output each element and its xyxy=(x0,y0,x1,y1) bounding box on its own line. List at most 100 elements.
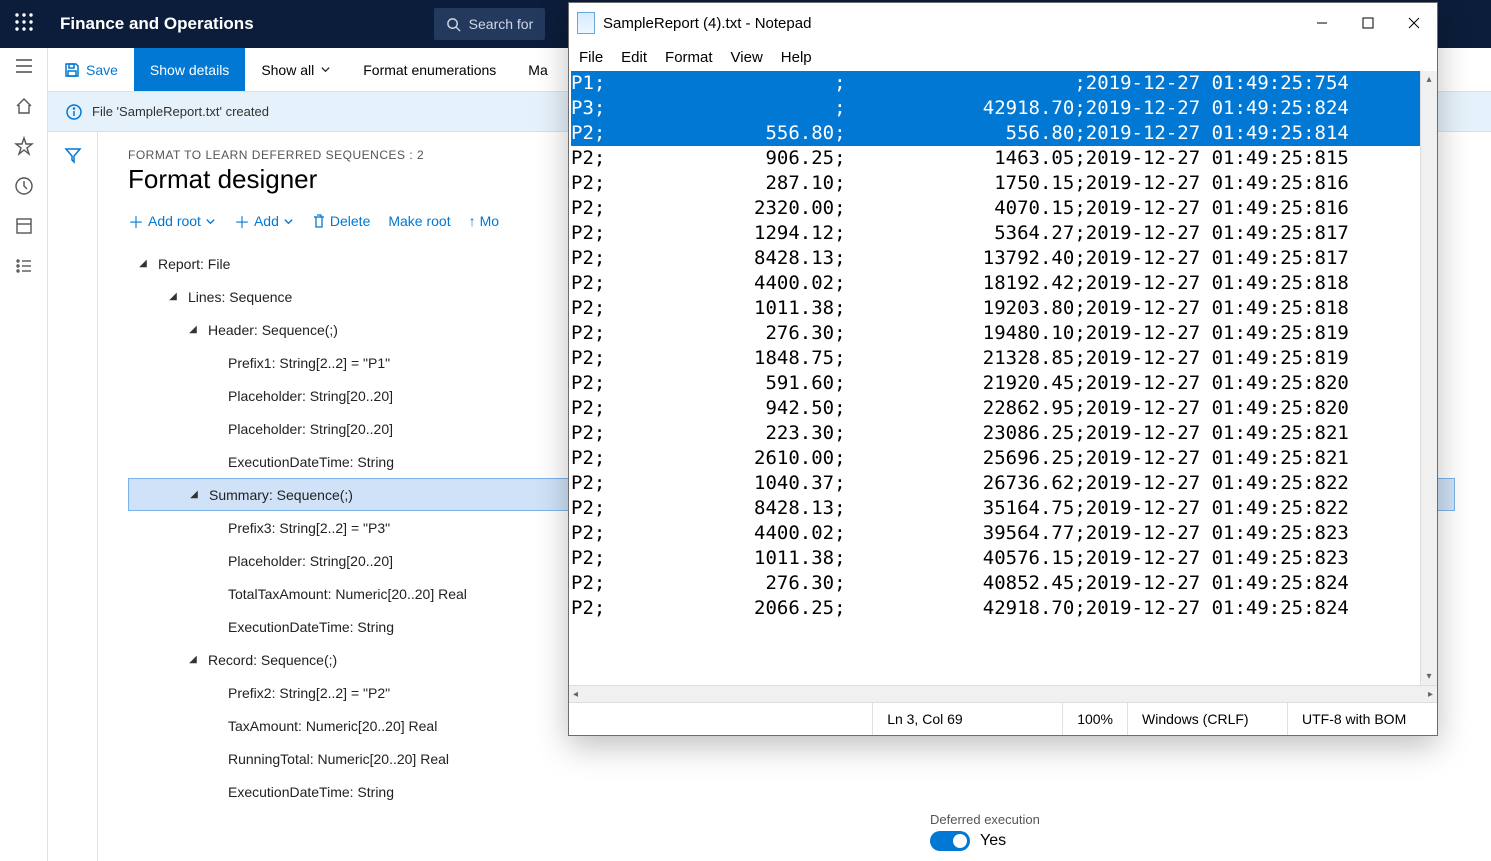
save-button[interactable]: Save xyxy=(48,48,134,91)
menu-help[interactable]: Help xyxy=(781,49,812,66)
text-line[interactable]: P2; 8428.13; 13792.40;2019-12-27 01:49:2… xyxy=(571,246,1437,271)
tree-label: Lines: Sequence xyxy=(180,289,292,305)
text-line[interactable]: P2; 2320.00; 4070.15;2019-12-27 01:49:25… xyxy=(571,196,1437,221)
scroll-up-icon[interactable]: ▴ xyxy=(1421,71,1437,88)
text-line[interactable]: P2; 1848.75; 21328.85;2019-12-27 01:49:2… xyxy=(571,346,1437,371)
tree-label: Placeholder: String[20..20] xyxy=(220,388,393,404)
add-button[interactable]: ＋Add xyxy=(234,209,294,233)
menu-file[interactable]: File xyxy=(579,49,603,66)
status-eol: Windows (CRLF) xyxy=(1127,703,1287,735)
text-line[interactable]: P2; 1011.38; 19203.80;2019-12-27 01:49:2… xyxy=(571,296,1437,321)
text-line[interactable]: P2; 8428.13; 35164.75;2019-12-27 01:49:2… xyxy=(571,496,1437,521)
tree-label: Report: File xyxy=(150,256,230,272)
move-button[interactable]: ↑Mo xyxy=(469,213,499,229)
save-icon xyxy=(64,62,80,78)
home-icon[interactable] xyxy=(14,96,34,116)
app-title: Finance and Operations xyxy=(48,14,254,34)
notepad-title: SampleReport (4).txt - Notepad xyxy=(603,15,811,32)
caret-down-icon[interactable]: ◢ xyxy=(136,258,150,269)
tree-label: Prefix3: String[2..2] = "P3" xyxy=(220,520,390,536)
status-zoom: 100% xyxy=(1062,703,1127,735)
trash-icon xyxy=(312,214,326,228)
deferred-toggle[interactable]: Yes xyxy=(930,831,1040,851)
notepad-titlebar[interactable]: SampleReport (4).txt - Notepad xyxy=(569,3,1437,43)
text-line[interactable]: P2; 591.60; 21920.45;2019-12-27 01:49:25… xyxy=(571,371,1437,396)
filter-icon[interactable] xyxy=(64,146,82,164)
maximize-button[interactable] xyxy=(1345,3,1391,43)
module-icon[interactable] xyxy=(14,216,34,236)
chevron-down-icon xyxy=(205,216,216,227)
text-line[interactable]: P2; 276.30; 19480.10;2019-12-27 01:49:25… xyxy=(571,321,1437,346)
text-line[interactable]: P2; 223.30; 23086.25;2019-12-27 01:49:25… xyxy=(571,421,1437,446)
format-enum-button[interactable]: Format enumerations xyxy=(347,48,512,91)
search-icon xyxy=(446,17,461,32)
text-line[interactable]: P2; 1011.38; 40576.15;2019-12-27 01:49:2… xyxy=(571,546,1437,571)
deferred-label: Deferred execution xyxy=(930,812,1040,827)
scroll-left-icon[interactable]: ◂ xyxy=(573,689,578,700)
text-line[interactable]: P2; 2610.00; 25696.25;2019-12-27 01:49:2… xyxy=(571,446,1437,471)
menu-edit[interactable]: Edit xyxy=(621,49,647,66)
status-enc: UTF-8 with BOM xyxy=(1287,703,1437,735)
scroll-down-icon[interactable]: ▾ xyxy=(1421,668,1437,685)
text-line[interactable]: P2; 2066.25; 42918.70;2019-12-27 01:49:2… xyxy=(571,596,1437,621)
tree-label: Header: Sequence(;) xyxy=(200,322,338,338)
search-placeholder: Search for xyxy=(469,16,534,32)
scroll-right-icon[interactable]: ▸ xyxy=(1428,689,1433,700)
ma-button[interactable]: Ma xyxy=(512,48,563,91)
text-line[interactable]: P1; ; ;2019-12-27 01:49:25:754 xyxy=(571,71,1437,96)
text-line[interactable]: P2; 1040.37; 26736.62;2019-12-27 01:49:2… xyxy=(571,471,1437,496)
tree-row[interactable]: ExecutionDateTime: String xyxy=(128,775,1461,808)
notepad-window[interactable]: SampleReport (4).txt - Notepad File Edit F… xyxy=(568,2,1438,736)
tree-label: Prefix2: String[2..2] = "P2" xyxy=(220,685,390,701)
caret-down-icon[interactable]: ◢ xyxy=(186,654,200,665)
waffle-icon[interactable] xyxy=(0,13,48,36)
text-line[interactable]: P2; 4400.02; 39564.77;2019-12-27 01:49:2… xyxy=(571,521,1437,546)
tree-label: Prefix1: String[2..2] = "P1" xyxy=(220,355,390,371)
caret-down-icon[interactable]: ◢ xyxy=(166,291,180,302)
close-button[interactable] xyxy=(1391,3,1437,43)
text-line[interactable]: P3; ; 42918.70;2019-12-27 01:49:25:824 xyxy=(571,96,1437,121)
chevron-down-icon xyxy=(283,216,294,227)
delete-button[interactable]: Delete xyxy=(312,213,370,229)
tree-row[interactable]: RunningTotal: Numeric[20..20] Real xyxy=(128,742,1461,775)
tree-label: ExecutionDateTime: String xyxy=(220,619,394,635)
make-root-button[interactable]: Make root xyxy=(388,213,450,229)
message-text: File 'SampleReport.txt' created xyxy=(92,104,269,119)
notepad-statusbar: Ln 3, Col 69 100% Windows (CRLF) UTF-8 w… xyxy=(569,702,1437,735)
scrollbar-h[interactable]: ◂▸ xyxy=(569,685,1437,702)
add-root-button[interactable]: ＋Add root xyxy=(128,209,216,233)
text-line[interactable]: P2; 556.80; 556.80;2019-12-27 01:49:25:8… xyxy=(571,121,1437,146)
text-line[interactable]: P2; 942.50; 22862.95;2019-12-27 01:49:25… xyxy=(571,396,1437,421)
text-line[interactable]: P2; 4400.02; 18192.42;2019-12-27 01:49:2… xyxy=(571,271,1437,296)
tree-label: ExecutionDateTime: String xyxy=(220,784,394,800)
clock-icon[interactable] xyxy=(14,176,34,196)
menu-view[interactable]: View xyxy=(731,49,763,66)
text-line[interactable]: P2; 287.10; 1750.15;2019-12-27 01:49:25:… xyxy=(571,171,1437,196)
show-all-button[interactable]: Show all xyxy=(245,48,347,91)
text-line[interactable]: P2; 1294.12; 5364.27;2019-12-27 01:49:25… xyxy=(571,221,1437,246)
caret-down-icon[interactable]: ◢ xyxy=(186,324,200,335)
notepad-body[interactable]: P1; ; ;2019-12-27 01:49:25:754P3; ; 4291… xyxy=(569,71,1437,685)
text-line[interactable]: P2; 906.25; 1463.05;2019-12-27 01:49:25:… xyxy=(571,146,1437,171)
tree-label: TotalTaxAmount: Numeric[20..20] Real xyxy=(220,586,467,602)
tree-label: Placeholder: String[20..20] xyxy=(220,421,393,437)
tree-label: Summary: Sequence(;) xyxy=(201,487,353,503)
notepad-text[interactable]: P1; ; ;2019-12-27 01:49:25:754P3; ; 4291… xyxy=(569,71,1437,621)
text-line[interactable]: P2; 276.30; 40852.45;2019-12-27 01:49:25… xyxy=(571,571,1437,596)
status-pos: Ln 3, Col 69 xyxy=(872,703,1062,735)
caret-down-icon[interactable]: ◢ xyxy=(187,489,201,500)
list-icon[interactable] xyxy=(14,256,34,276)
filter-panel xyxy=(48,132,98,861)
notepad-icon xyxy=(577,12,595,34)
menu-format[interactable]: Format xyxy=(665,49,713,66)
menu-icon[interactable] xyxy=(14,56,34,76)
search-box[interactable]: Search for xyxy=(434,8,546,40)
toggle-value: Yes xyxy=(980,832,1006,850)
left-rail xyxy=(0,48,48,861)
star-icon[interactable] xyxy=(14,136,34,156)
scrollbar-v[interactable]: ▴ ▾ xyxy=(1420,71,1437,685)
toggle-pill[interactable] xyxy=(930,831,970,851)
minimize-button[interactable] xyxy=(1299,3,1345,43)
tree-label: Placeholder: String[20..20] xyxy=(220,553,393,569)
show-details-button[interactable]: Show details xyxy=(134,48,245,91)
